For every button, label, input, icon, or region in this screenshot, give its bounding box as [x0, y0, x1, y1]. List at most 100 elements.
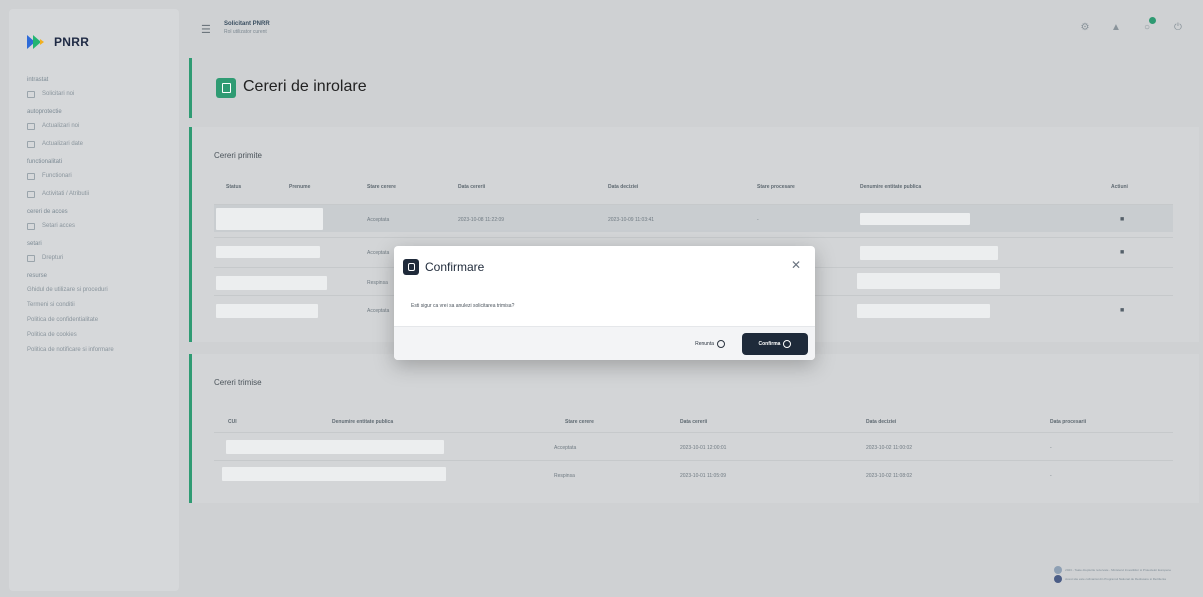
confirm-button[interactable]: Confirma	[742, 333, 808, 355]
cell-stare-procesare: -	[757, 217, 759, 223]
cell-data-deciziei: 2023-10-02 11:08:02	[866, 473, 913, 479]
folder-icon	[27, 122, 35, 130]
column-header[interactable]: Data deciziei	[866, 419, 896, 425]
dialog-title: Confirmare	[425, 260, 485, 274]
cancel-button[interactable]: Renunta	[691, 336, 729, 352]
gov-logo-icon	[1054, 574, 1063, 583]
column-header[interactable]: Data deciziei	[608, 184, 638, 190]
checklist-icon	[27, 222, 35, 230]
top-icons: ⚙ ▲ ○ ⏻	[1079, 17, 1184, 34]
sent-requests-card: Cereri trimise CUI Denumire entitate pub…	[189, 354, 1199, 503]
column-header[interactable]: Stare cerere	[367, 184, 396, 190]
cell-data-cererii: 2023-10-01 12:00:01	[680, 445, 727, 451]
nav-section-title: autoprotectie	[27, 109, 62, 115]
dialog-icon	[403, 259, 419, 275]
footer-line: 2023 - Toate drepturile rezervate - Mini…	[1054, 565, 1171, 574]
column-header[interactable]: Denumire entitate publica	[332, 419, 393, 425]
page-header: Cereri de inrolare	[189, 58, 1199, 118]
cancel-button-label: Renunta	[695, 341, 714, 347]
cell-data-deciziei: 2023-10-09 11:03:41	[608, 217, 655, 223]
logo-icon	[27, 35, 49, 49]
settings-icon[interactable]: ⚙	[1079, 22, 1091, 34]
sidebar-item-functionari[interactable]: Functionari	[27, 167, 179, 185]
cell-stare: Acceptata	[367, 250, 390, 256]
dialog-footer: Renunta Confirma	[394, 326, 815, 360]
page-footer: 2023 - Toate drepturile rezervate - Mini…	[1054, 565, 1171, 583]
eu-flag-icon	[1054, 565, 1063, 574]
app-logo[interactable]: PNRR	[9, 9, 179, 57]
sidebar-link-confidentialitate[interactable]: Politica de confidentialitate	[27, 313, 179, 328]
sidebar-item-actualizari-date[interactable]: Actualizari date	[27, 135, 179, 153]
mail-icon	[27, 254, 35, 262]
trash-icon[interactable]: ■	[1120, 216, 1127, 223]
redacted-field	[860, 246, 998, 260]
sidebar-link-cookies[interactable]: Politica de cookies	[27, 328, 179, 343]
users-icon	[27, 172, 35, 180]
sidebar-link-ghid[interactable]: Ghidul de utilizare si proceduri	[27, 283, 179, 298]
footer-funding: Acest site este cofinantat din Programul…	[1065, 576, 1166, 581]
redacted-field	[216, 304, 318, 318]
user-info[interactable]: Solicitant PNRR Rol utilizator curent	[224, 21, 270, 35]
sidebar-item-solicitari-noi[interactable]: Solicitari noi	[27, 85, 179, 103]
cell-data-cererii: 2023-10-01 11:05:09	[680, 473, 727, 479]
cell-data-procesarii: -	[1050, 473, 1052, 479]
sidebar-item-drepturi[interactable]: Drepturi	[27, 249, 179, 267]
column-header[interactable]: Actiuni	[1111, 184, 1128, 190]
column-header[interactable]: Stare cerere	[565, 419, 594, 425]
cell-stare: Respinsa	[367, 280, 388, 286]
column-header[interactable]: CUI	[228, 419, 237, 425]
confirmation-dialog: Confirmare ✕ Esti sigur ca vrei sa anule…	[394, 246, 815, 360]
column-header[interactable]: Data cererii	[680, 419, 707, 425]
sidebar-item-actualizari-noi[interactable]: Actualizari noi	[27, 117, 179, 135]
column-header[interactable]: Denumire entitate publica	[860, 184, 921, 190]
nav-section-title: functionalitati	[27, 159, 63, 165]
redacted-field	[857, 304, 990, 318]
power-icon[interactable]: ⏻	[1172, 22, 1184, 34]
column-header[interactable]: Stare procesare	[757, 184, 795, 190]
nav-section-title: cereri de acces	[27, 209, 68, 215]
card-title: Cereri trimise	[214, 378, 262, 387]
dialog-header: Confirmare ✕	[394, 246, 815, 286]
cell-stare: Acceptata	[367, 308, 390, 314]
table-header: Status Prenume Stare cerere Data cererii…	[214, 177, 1173, 197]
cell-data-deciziei: 2023-10-02 11:00:02	[866, 445, 913, 451]
redacted-field	[216, 276, 327, 290]
user-name: Solicitant PNRR	[224, 21, 270, 27]
notification-dot	[1149, 17, 1156, 24]
cell-stare: Acceptata	[554, 445, 577, 451]
bell-icon[interactable]: ▲	[1110, 22, 1122, 34]
menu-icon[interactable]: ☰	[201, 23, 211, 36]
top-bar: ☰ Solicitant PNRR Rol utilizator curent …	[188, 9, 1198, 49]
column-header[interactable]: Status	[226, 184, 241, 190]
redacted-field	[226, 440, 444, 454]
column-header[interactable]: Prenume	[289, 184, 310, 190]
close-icon[interactable]: ✕	[791, 258, 801, 272]
notifications-icon[interactable]: ○	[1141, 17, 1156, 34]
table-row[interactable]: Acceptata 2023-10-08 11:22:09 2023-10-09…	[214, 204, 1173, 232]
confirm-button-label: Confirma	[758, 341, 781, 347]
sidebar-item-activitati[interactable]: Activitati / Atributii	[27, 185, 179, 203]
redacted-field	[222, 467, 446, 481]
table-row[interactable]: Acceptata 2023-10-01 12:00:01 2023-10-02…	[214, 432, 1173, 460]
footer-copyright: 2023 - Toate drepturile rezervate - Mini…	[1065, 567, 1171, 572]
page-title: Cereri de inrolare	[243, 78, 367, 95]
column-header[interactable]: Data procesarii	[1050, 419, 1086, 425]
clipboard-icon	[216, 78, 236, 98]
sidebar-item-setari-acces[interactable]: Setari acces	[27, 217, 179, 235]
cell-data-procesarii: -	[1050, 445, 1052, 451]
table-row[interactable]: Respinsa 2023-10-01 11:05:09 2023-10-02 …	[214, 460, 1173, 488]
column-header[interactable]: Data cererii	[458, 184, 485, 190]
nav-section-title: resurse	[27, 273, 48, 279]
card-title: Cereri primite	[214, 151, 263, 160]
sidebar-link-termeni[interactable]: Termeni si conditii	[27, 298, 179, 313]
table-header: CUI Denumire entitate publica Stare cere…	[214, 412, 1173, 432]
cell-data-cererii: 2023-10-08 11:22:09	[458, 217, 505, 223]
trash-icon[interactable]: ■	[1120, 249, 1127, 256]
nav-section-title: intrastat	[27, 77, 49, 83]
sidebar-link-notificare[interactable]: Politica de notificare si informare	[27, 343, 179, 358]
trash-icon[interactable]: ■	[1120, 307, 1127, 314]
logo-text: PNRR	[54, 35, 90, 49]
redacted-field	[216, 208, 323, 230]
sidebar-nav: intrastat Solicitari noi autoprotectie A…	[9, 57, 179, 358]
dialog-message: Esti sigur ca vrei sa anulezi solicitare…	[411, 303, 515, 309]
